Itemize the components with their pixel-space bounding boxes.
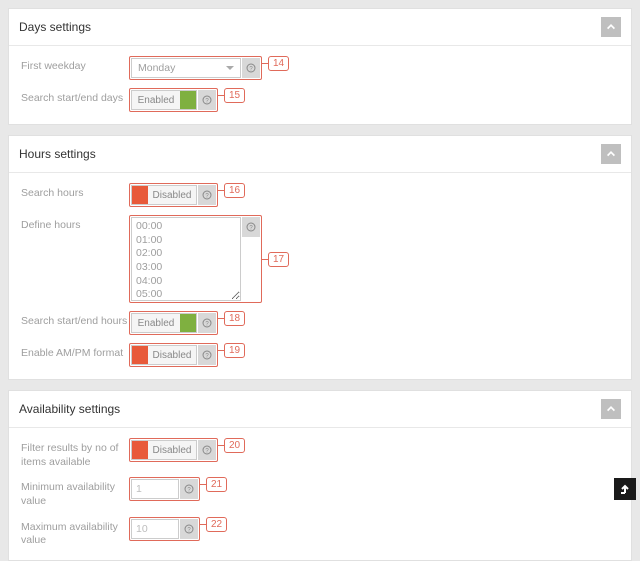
callout: 14 (262, 56, 289, 71)
callout-number: 14 (268, 56, 289, 71)
ampm-label: Enable AM/PM format (21, 343, 129, 361)
help-icon: ? (246, 63, 256, 73)
list-item[interactable]: 01:00 (136, 234, 236, 248)
toggle-label: Enabled (132, 91, 180, 109)
scroll-top-button[interactable] (614, 478, 636, 500)
callout: 21 (200, 477, 227, 492)
first-weekday-label: First weekday (21, 56, 129, 74)
define-hours-listbox[interactable]: 00:00 01:00 02:00 03:00 04:00 05:00 (131, 217, 241, 301)
max-avail-input[interactable]: 10 (131, 519, 179, 539)
help-icon: ? (202, 445, 212, 455)
help-icon: ? (202, 190, 212, 200)
search-days-label: Search start/end days (21, 88, 129, 106)
help-icon: ? (202, 95, 212, 105)
help-icon: ? (184, 484, 194, 494)
search-days-toggle[interactable]: Enabled (131, 90, 197, 110)
toggle-knob (132, 186, 148, 204)
panel-title: Days settings (19, 20, 91, 34)
panel-header: Availability settings (9, 391, 631, 428)
callout: 16 (218, 183, 245, 198)
callout-number: 15 (224, 88, 245, 103)
help-button[interactable]: ? (180, 479, 198, 499)
filter-label: Filter results by no of items available (21, 438, 129, 469)
collapse-button[interactable] (601, 144, 621, 164)
arrow-up-icon (606, 22, 616, 32)
callout-number: 22 (206, 517, 227, 532)
days-settings-panel: Days settings First weekday Monday ? (8, 8, 632, 125)
arrow-up-icon (606, 404, 616, 414)
toggle-label: Disabled (148, 346, 196, 364)
panel-title: Hours settings (19, 147, 96, 161)
search-hours-toggle[interactable]: Disabled (131, 185, 197, 205)
help-button[interactable]: ? (242, 217, 260, 237)
toggle-knob (132, 346, 148, 364)
filter-toggle[interactable]: Disabled (131, 440, 197, 460)
callout-number: 18 (224, 311, 245, 326)
help-button[interactable]: ? (198, 185, 216, 205)
help-icon: ? (202, 318, 212, 328)
callout: 19 (218, 343, 245, 358)
callout-number: 20 (224, 438, 245, 453)
search-se-hours-label: Search start/end hours (21, 311, 129, 329)
chevron-down-icon (226, 66, 234, 70)
toggle-knob (132, 441, 148, 459)
toggle-knob (180, 314, 196, 332)
callout: 18 (218, 311, 245, 326)
callout: 15 (218, 88, 245, 103)
callout: 22 (200, 517, 227, 532)
list-item[interactable]: 04:00 (136, 275, 236, 289)
list-item[interactable]: 05:00 (136, 288, 236, 301)
toggle-label: Enabled (132, 314, 180, 332)
help-button[interactable]: ? (198, 440, 216, 460)
callout-number: 21 (206, 477, 227, 492)
help-button[interactable]: ? (242, 58, 260, 78)
toggle-label: Disabled (148, 186, 196, 204)
list-item[interactable]: 02:00 (136, 247, 236, 261)
ampm-toggle[interactable]: Disabled (131, 345, 197, 365)
arrow-up-icon (606, 149, 616, 159)
collapse-button[interactable] (601, 17, 621, 37)
select-value: Monday (138, 62, 175, 74)
help-button[interactable]: ? (198, 345, 216, 365)
help-button[interactable]: ? (198, 90, 216, 110)
callout-number: 16 (224, 183, 245, 198)
toggle-label: Disabled (148, 441, 196, 459)
list-item[interactable]: 03:00 (136, 261, 236, 275)
define-hours-label: Define hours (21, 215, 129, 233)
help-button[interactable]: ? (198, 313, 216, 333)
help-button[interactable]: ? (180, 519, 198, 539)
search-hours-label: Search hours (21, 183, 129, 201)
min-avail-input[interactable]: 1 (131, 479, 179, 499)
callout-number: 19 (224, 343, 245, 358)
list-item[interactable]: 00:00 (136, 220, 236, 234)
help-icon: ? (184, 524, 194, 534)
search-se-hours-toggle[interactable]: Enabled (131, 313, 197, 333)
callout: 17 (262, 252, 289, 267)
max-avail-label: Maximum availability value (21, 517, 129, 548)
collapse-button[interactable] (601, 399, 621, 419)
panel-title: Availability settings (19, 402, 120, 416)
help-icon: ? (202, 350, 212, 360)
availability-settings-panel: Availability settings Filter results by … (8, 390, 632, 561)
toggle-knob (180, 91, 196, 109)
panel-header: Hours settings (9, 136, 631, 173)
hours-settings-panel: Hours settings Search hours Disabled ? (8, 135, 632, 380)
panel-header: Days settings (9, 9, 631, 46)
first-weekday-select[interactable]: Monday (131, 58, 241, 78)
callout: 20 (218, 438, 245, 453)
help-icon: ? (246, 222, 256, 232)
arrow-up-turn-icon (619, 483, 631, 495)
callout-number: 17 (268, 252, 289, 267)
